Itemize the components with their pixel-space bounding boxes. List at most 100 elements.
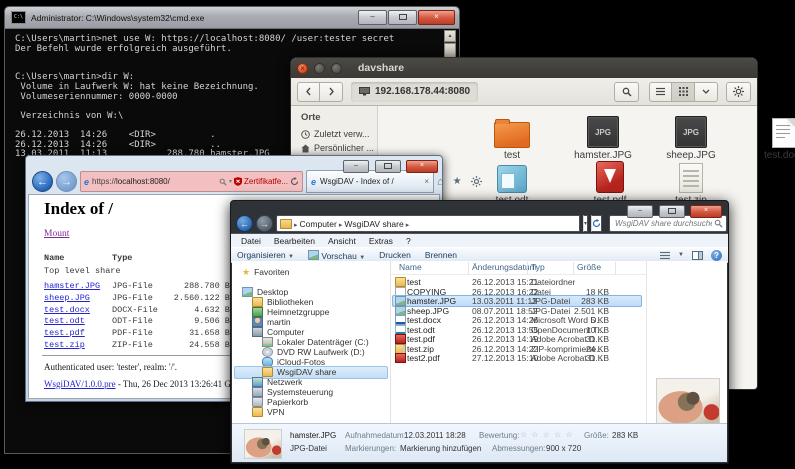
sidebar-item-martin[interactable]: martin xyxy=(252,317,291,327)
explorer-titlebar[interactable]: – × xyxy=(231,201,728,214)
list-view-button[interactable] xyxy=(649,82,672,102)
view-options-button[interactable] xyxy=(695,82,718,102)
burn-button[interactable]: Brennen xyxy=(425,250,457,260)
file-link[interactable]: sheep.JPG xyxy=(44,293,90,303)
sidebar-item-papierkorb[interactable]: Papierkorb xyxy=(252,397,308,407)
sidebar-item-netzwerk[interactable]: Netzwerk xyxy=(252,377,302,387)
close-button[interactable]: × xyxy=(297,63,308,74)
forward-button[interactable] xyxy=(320,82,343,102)
maximize-button[interactable] xyxy=(331,63,342,74)
scroll-up-icon[interactable]: ▲ xyxy=(444,30,456,42)
sidebar-item-desktop[interactable]: Desktop xyxy=(242,287,288,297)
certificate-error-shield-icon[interactable] xyxy=(234,177,242,186)
views-dropdown-icon[interactable]: ▼ xyxy=(678,252,684,258)
refresh-icon[interactable] xyxy=(290,177,299,186)
cmd-titlebar[interactable]: C:\ Administrator: C:\Windows\system32\c… xyxy=(5,7,459,29)
wsgidav-link[interactable]: WsgiDAV/1.0.0.pre xyxy=(44,379,116,389)
tools-gear-icon[interactable] xyxy=(471,176,482,187)
location-button[interactable]: 192.168.178.44:8080 xyxy=(351,82,478,102)
file-row[interactable]: sheep.JPG08.07.2011 18:52JPG-Datei2.501 … xyxy=(393,306,642,316)
address-bar[interactable]: e https://localhost:8080/ ▾ Zertifikatfe… xyxy=(80,171,303,192)
search-button[interactable] xyxy=(614,82,639,102)
menu-ansicht[interactable]: Ansicht xyxy=(328,236,356,246)
forward-button[interactable]: → xyxy=(56,171,77,192)
file-link[interactable]: test.docx xyxy=(44,305,90,315)
certificate-error-label[interactable]: Zertifikatfe... xyxy=(244,177,288,186)
homegroup-icon xyxy=(252,307,263,317)
nautilus-titlebar[interactable]: × davshare xyxy=(291,58,757,78)
sidebar-item-bibliotheken[interactable]: Bibliotheken xyxy=(252,297,313,307)
address-dropdown-button[interactable]: ▾ xyxy=(583,215,588,232)
tab-close-icon[interactable]: × xyxy=(424,177,429,186)
file-item[interactable]: JPG sheep.JPG xyxy=(645,116,737,161)
settings-button[interactable] xyxy=(726,82,751,102)
minimize-button[interactable]: – xyxy=(343,160,369,173)
grid-view-button[interactable] xyxy=(672,82,695,102)
libraries-icon xyxy=(252,297,263,307)
breadcrumb-item-wsgidav-share[interactable]: WsgiDAV share xyxy=(344,219,403,229)
file-item[interactable]: test.docx xyxy=(738,116,795,161)
back-button[interactable] xyxy=(297,82,320,102)
file-row[interactable]: test2.pdf27.12.2013 15:10Adobe Acrobat D… xyxy=(393,353,642,363)
maximize-button[interactable] xyxy=(659,205,685,218)
sidebar-item-vpn[interactable]: VPN xyxy=(252,407,284,417)
menu-help[interactable]: ? xyxy=(406,236,411,246)
organize-button[interactable]: Organisieren ▼ xyxy=(237,250,294,260)
file-item[interactable]: JPG hamster.JPG xyxy=(557,116,649,161)
breadcrumb-item-computer[interactable]: Computer xyxy=(300,219,337,229)
column-header-name[interactable]: Name xyxy=(399,262,422,272)
preview-pane-button[interactable] xyxy=(692,251,703,260)
mount-link[interactable]: Mount xyxy=(44,229,69,239)
sidebar-item-home[interactable]: Persönlicher ... xyxy=(292,141,377,155)
odt-file-icon xyxy=(497,165,527,193)
breadcrumb[interactable]: Computer WsgiDAV share xyxy=(276,215,580,232)
file-link[interactable]: test.odt xyxy=(44,316,85,326)
sidebar-item-dvd-drive-d[interactable]: DVD RW Laufwerk (D:) xyxy=(262,347,365,357)
minimize-button[interactable]: – xyxy=(358,10,387,25)
sidebar-item-wsgidav-share[interactable]: WsgiDAV share xyxy=(262,367,336,377)
back-button[interactable]: ← xyxy=(236,215,253,232)
sidebar-item-recent[interactable]: Zuletzt verw... xyxy=(292,127,377,141)
file-row[interactable]: test.pdf26.12.2013 14:19Adobe Acrobat D.… xyxy=(393,334,642,344)
sidebar-item-systemsteuerung[interactable]: Systemsteuerung xyxy=(252,387,333,397)
column-header-type[interactable]: Typ xyxy=(531,262,545,272)
column-header-size[interactable]: Größe xyxy=(577,262,601,272)
search-icon[interactable] xyxy=(219,178,227,186)
sidebar-item-favoriten[interactable]: ★Favoriten xyxy=(242,267,290,277)
minimize-button[interactable]: – xyxy=(627,205,653,218)
refresh-button[interactable] xyxy=(591,215,602,232)
sidebar-item-heimnetzgruppe[interactable]: Heimnetzgruppe xyxy=(252,307,329,317)
print-button[interactable]: Drucken xyxy=(379,250,411,260)
maximize-button[interactable] xyxy=(388,10,417,25)
menu-bearbeiten[interactable]: Bearbeiten xyxy=(274,236,315,246)
file-link[interactable]: test.pdf xyxy=(44,328,85,338)
back-button[interactable]: ← xyxy=(32,171,53,192)
file-item[interactable]: test xyxy=(466,116,558,161)
favorites-star-icon[interactable]: ★ xyxy=(453,176,462,187)
menu-datei[interactable]: Datei xyxy=(241,236,261,246)
close-button[interactable]: × xyxy=(690,205,722,218)
maximize-button[interactable] xyxy=(375,160,401,173)
file-row[interactable]: test.zip26.12.2013 14:22ZIP-komprimierte… xyxy=(393,344,642,354)
preview-button[interactable]: Vorschau ▼ xyxy=(308,250,365,261)
file-link[interactable]: test.zip xyxy=(44,340,85,350)
help-button[interactable]: ? xyxy=(711,250,722,261)
minimize-button[interactable] xyxy=(314,63,325,74)
file-link[interactable]: hamster.JPG xyxy=(44,281,100,291)
sidebar-item-computer[interactable]: Computer xyxy=(252,327,304,337)
forward-button[interactable]: → xyxy=(256,215,273,232)
explorer-sidebar: ★Favoriten Desktop Bibliotheken Heimnetz… xyxy=(232,261,391,423)
menu-extras[interactable]: Extras xyxy=(369,236,393,246)
sidebar-item-local-disk-c[interactable]: Lokaler Datenträger (C:) xyxy=(262,337,369,347)
tags-value[interactable]: Markierung hinzufügen xyxy=(400,444,481,453)
file-row[interactable]: test.odt26.12.2013 13:55OpenDocument T..… xyxy=(393,325,642,335)
rating-stars[interactable]: ☆ ☆ ☆ ☆ ☆ xyxy=(520,430,574,439)
close-button[interactable]: × xyxy=(418,10,455,25)
file-row[interactable]: test26.12.2013 15:21Dateiordner xyxy=(393,277,642,287)
file-row[interactable]: test.docx26.12.2013 14:26Microsoft Word … xyxy=(393,315,642,325)
search-dropdown-icon[interactable]: ▾ xyxy=(229,178,232,185)
ie-titlebar[interactable]: – × xyxy=(26,156,442,169)
views-button[interactable] xyxy=(660,251,670,260)
close-button[interactable]: × xyxy=(406,160,438,173)
home-icon[interactable]: ⌂ xyxy=(437,176,444,188)
